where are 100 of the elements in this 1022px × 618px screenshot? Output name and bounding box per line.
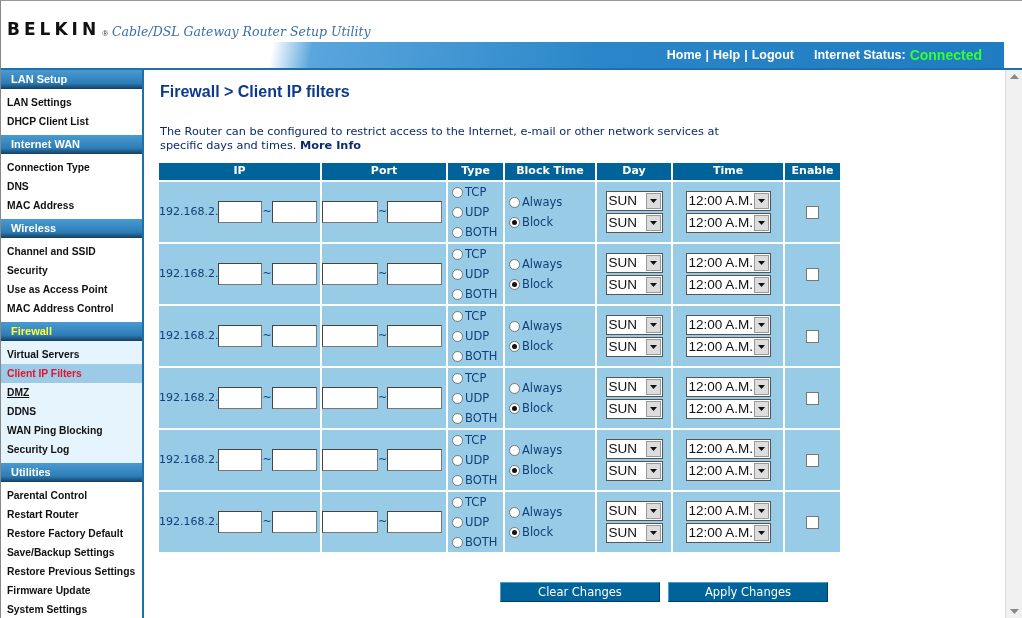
ip-end-field[interactable] <box>271 449 317 472</box>
day-select[interactable]: SUN <box>605 275 663 296</box>
day-select[interactable]: SUN <box>605 337 663 358</box>
port-end-field[interactable] <box>387 387 443 410</box>
day-select[interactable]: SUN <box>605 501 663 522</box>
nav-link[interactable]: Help <box>713 45 741 65</box>
radio-button[interactable] <box>452 310 463 322</box>
radio-button[interactable] <box>509 382 520 394</box>
port-end-field[interactable] <box>387 449 443 472</box>
sidebar-item[interactable]: Restart Router <box>1 505 142 524</box>
day-select[interactable]: SUN <box>605 191 663 212</box>
radio-button[interactable] <box>452 496 463 508</box>
enable-checkbox[interactable] <box>806 515 819 529</box>
scroll-up-icon[interactable] <box>1009 74 1019 79</box>
enable-checkbox[interactable] <box>806 453 819 467</box>
radio-button[interactable] <box>452 350 463 362</box>
sidebar-item[interactable]: Channel and SSID <box>1 242 142 261</box>
time-select[interactable]: 12:00 A.M. <box>685 337 771 358</box>
day-select[interactable]: SUN <box>605 461 663 482</box>
sidebar-item[interactable]: Restore Factory Default <box>1 524 142 543</box>
radio-button[interactable] <box>452 474 463 486</box>
port-start-field[interactable] <box>322 325 378 348</box>
sidebar-item[interactable]: DNS <box>1 177 142 196</box>
radio-button[interactable] <box>452 268 463 280</box>
time-select[interactable]: 12:00 A.M. <box>685 501 771 522</box>
sidebar-item[interactable]: LAN Settings <box>1 93 142 112</box>
sidebar-item[interactable]: DHCP Client List <box>1 112 142 131</box>
port-start-field[interactable] <box>322 511 378 534</box>
ip-start-field[interactable] <box>218 201 263 224</box>
port-end-field[interactable] <box>387 511 443 534</box>
sidebar-item[interactable]: MAC Address Control <box>1 299 142 318</box>
sidebar-item[interactable]: System Settings <box>1 600 142 618</box>
port-end-field[interactable] <box>387 263 443 286</box>
day-select[interactable]: SUN <box>605 253 663 274</box>
radio-button[interactable] <box>452 330 463 342</box>
radio-button[interactable] <box>452 412 463 424</box>
radio-button[interactable] <box>452 392 463 404</box>
radio-button[interactable] <box>509 526 520 538</box>
day-select[interactable]: SUN <box>605 377 663 398</box>
sidebar-item[interactable]: Security <box>1 261 142 280</box>
radio-button[interactable] <box>509 258 520 270</box>
time-select[interactable]: 12:00 A.M. <box>685 399 771 420</box>
enable-checkbox[interactable] <box>806 267 819 281</box>
radio-button[interactable] <box>509 402 520 414</box>
ip-end-field[interactable] <box>271 201 317 224</box>
ip-end-field[interactable] <box>271 263 317 286</box>
scrollbar[interactable] <box>1005 70 1022 618</box>
time-select[interactable]: 12:00 A.M. <box>685 253 771 274</box>
port-end-field[interactable] <box>387 201 443 224</box>
time-select[interactable]: 12:00 A.M. <box>685 315 771 336</box>
radio-button[interactable] <box>452 372 463 384</box>
port-start-field[interactable] <box>322 201 378 224</box>
sidebar-item[interactable]: Save/Backup Settings <box>1 543 142 562</box>
enable-checkbox[interactable] <box>806 205 819 219</box>
scroll-down-icon[interactable] <box>1009 609 1019 614</box>
time-select[interactable]: 12:00 A.M. <box>685 523 771 544</box>
radio-button[interactable] <box>452 434 463 446</box>
nav-link[interactable]: Home <box>666 45 702 65</box>
radio-button[interactable] <box>509 320 520 332</box>
sidebar-item[interactable]: Restore Previous Settings <box>1 562 142 581</box>
radio-button[interactable] <box>509 278 520 290</box>
sidebar-item[interactable]: DMZ <box>1 383 142 402</box>
action-button[interactable]: Clear Changes <box>500 582 660 603</box>
radio-button[interactable] <box>509 196 520 208</box>
ip-start-field[interactable] <box>218 449 263 472</box>
port-end-field[interactable] <box>387 325 443 348</box>
sidebar-item[interactable]: WAN Ping Blocking <box>1 421 142 440</box>
day-select[interactable]: SUN <box>605 523 663 544</box>
ip-end-field[interactable] <box>271 325 317 348</box>
action-button[interactable]: Apply Changes <box>668 582 828 603</box>
radio-button[interactable] <box>452 288 463 300</box>
radio-button[interactable] <box>509 340 520 352</box>
radio-button[interactable] <box>452 536 463 548</box>
sidebar-item[interactable]: DDNS <box>1 402 142 421</box>
day-select[interactable]: SUN <box>605 213 663 234</box>
sidebar-item[interactable]: Connection Type <box>1 158 142 177</box>
ip-start-field[interactable] <box>218 511 263 534</box>
time-select[interactable]: 12:00 A.M. <box>685 439 771 460</box>
enable-checkbox[interactable] <box>806 329 819 343</box>
more-info-link[interactable]: More Info <box>299 139 362 153</box>
radio-button[interactable] <box>452 248 463 260</box>
sidebar-item[interactable]: Parental Control <box>1 486 142 505</box>
ip-start-field[interactable] <box>218 263 263 286</box>
sidebar-item[interactable]: Virtual Servers <box>1 345 142 364</box>
day-select[interactable]: SUN <box>605 315 663 336</box>
radio-button[interactable] <box>452 186 463 198</box>
sidebar-item[interactable]: MAC Address <box>1 196 142 215</box>
sidebar-item[interactable]: Firmware Update <box>1 581 142 600</box>
time-select[interactable]: 12:00 A.M. <box>685 191 771 212</box>
radio-button[interactable] <box>509 216 520 228</box>
ip-end-field[interactable] <box>271 387 317 410</box>
sidebar-item[interactable]: Security Log <box>1 440 142 459</box>
radio-button[interactable] <box>452 516 463 528</box>
ip-end-field[interactable] <box>271 511 317 534</box>
radio-button[interactable] <box>509 444 520 456</box>
radio-button[interactable] <box>452 206 463 218</box>
sidebar-item[interactable]: Use as Access Point <box>1 280 142 299</box>
radio-button[interactable] <box>452 226 463 238</box>
time-select[interactable]: 12:00 A.M. <box>685 377 771 398</box>
time-select[interactable]: 12:00 A.M. <box>685 275 771 296</box>
